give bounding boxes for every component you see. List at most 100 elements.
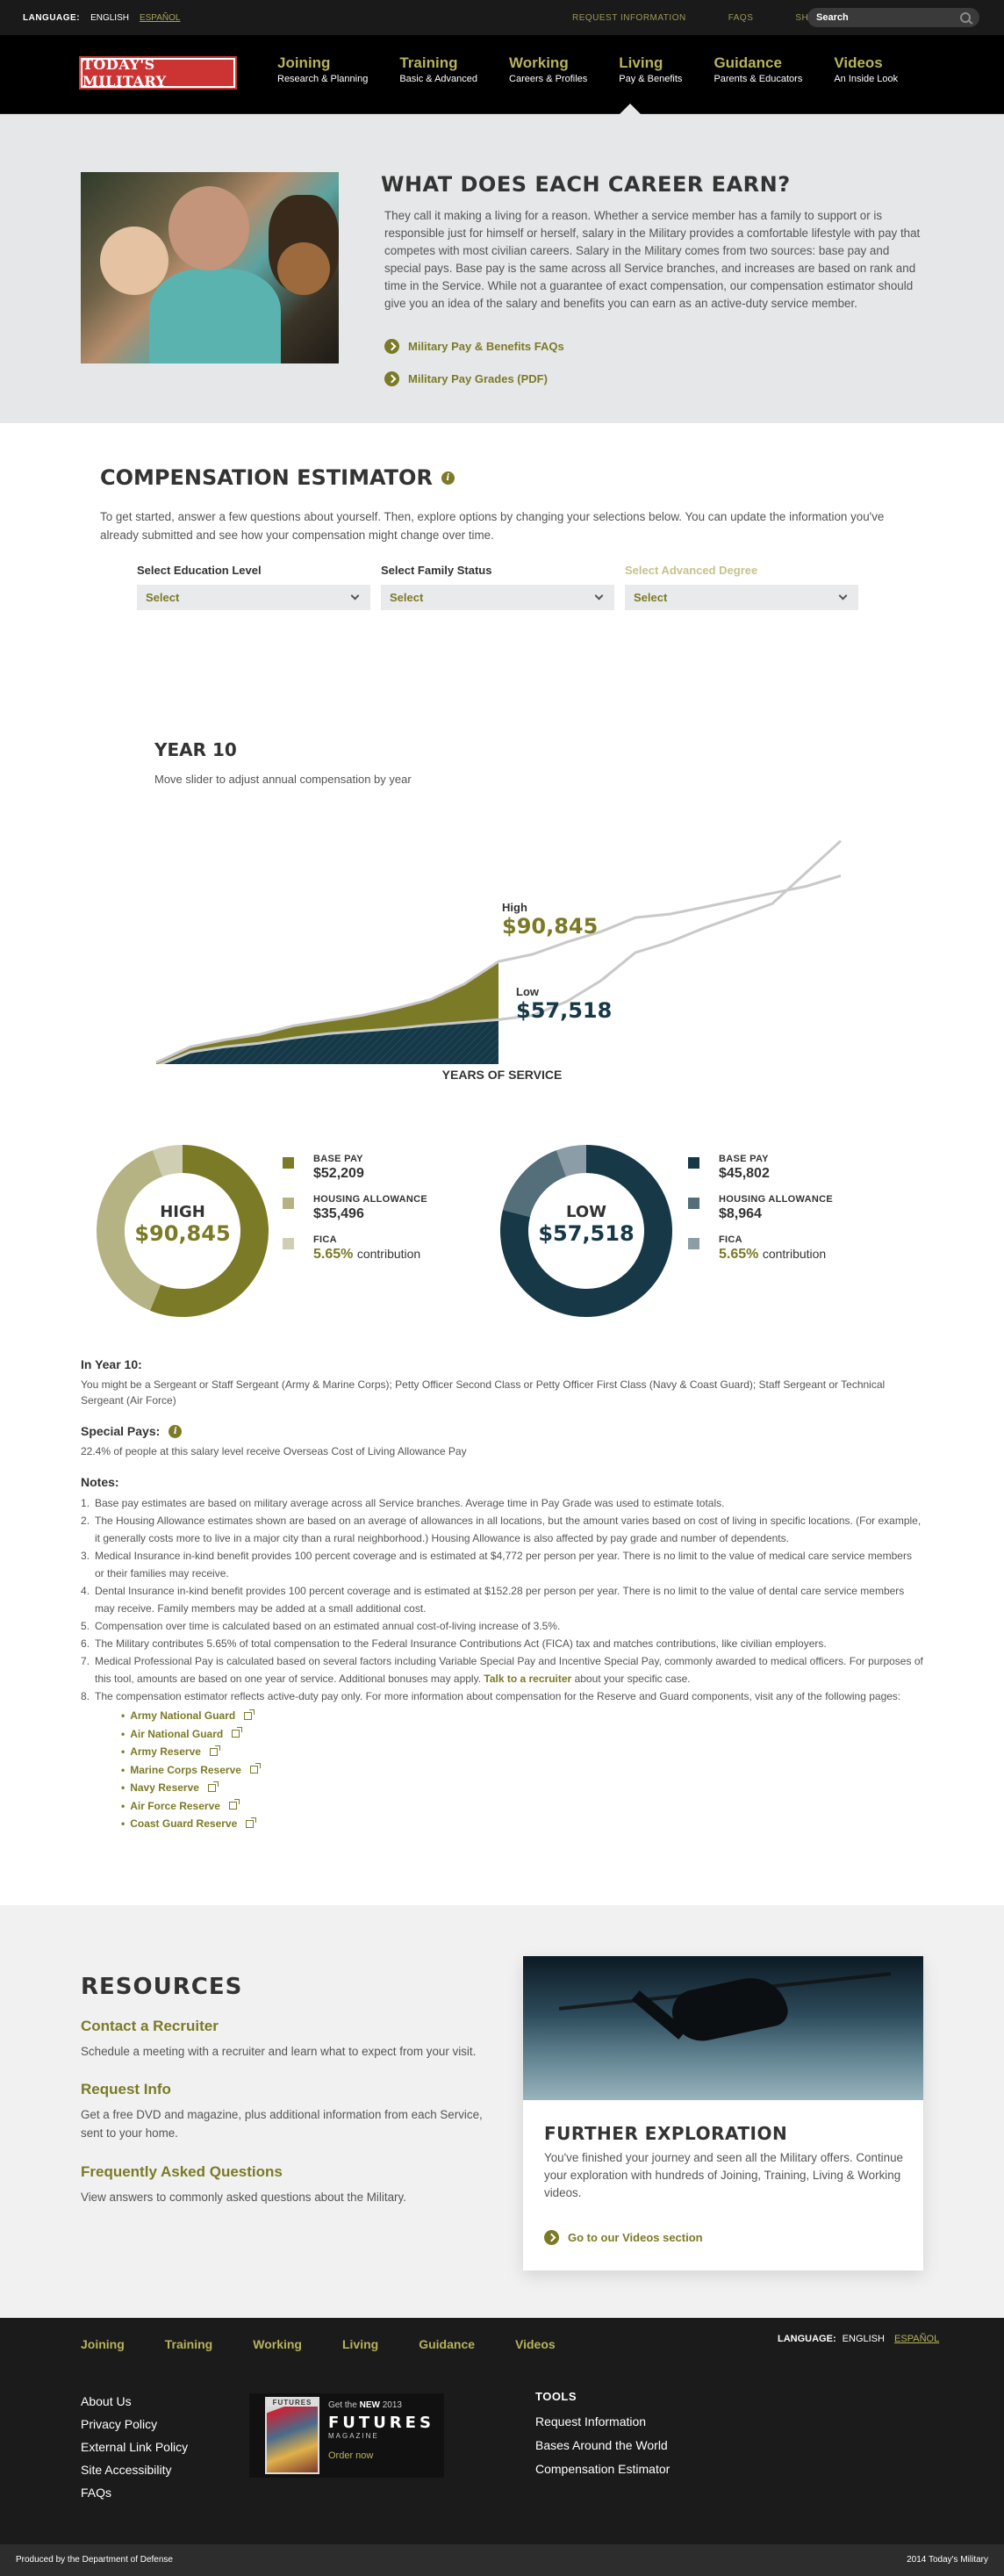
reserve-link[interactable]: Army Reserve: [121, 1743, 923, 1761]
year-rank-text: You might be a Sergeant or Staff Sergean…: [81, 1378, 886, 1407]
reserve-link[interactable]: Coast Guard Reserve: [121, 1815, 923, 1833]
nav-training[interactable]: Training Basic & Advanced: [399, 54, 477, 84]
estimator-title: COMPENSATION ESTIMATOR i: [100, 465, 455, 490]
info-icon[interactable]: i: [441, 471, 455, 485]
note-item: Compensation over time is calculated bas…: [81, 1617, 561, 1635]
privacy-policy-link[interactable]: Privacy Policy: [81, 2413, 188, 2436]
resource-desc: Get a free DVD and magazine, plus additi…: [81, 2107, 483, 2140]
language-english[interactable]: ENGLISH: [843, 2334, 885, 2344]
bottom-bar: Produced by the Department of Defense 20…: [0, 2544, 1004, 2576]
reserve-link[interactable]: Navy Reserve: [121, 1779, 923, 1797]
language-spanish-link[interactable]: ESPAÑOL: [140, 13, 181, 23]
request-information-link[interactable]: Request Information: [535, 2410, 670, 2434]
low-donut-center: LOW $57,518: [498, 1203, 674, 1246]
search-placeholder: Search: [816, 12, 849, 23]
footer-nav-training[interactable]: Training: [165, 2337, 212, 2351]
notes-list: Base pay estimates are based on military…: [81, 1494, 923, 1833]
legend-label: BASE PAY: [313, 1154, 363, 1164]
request-information-link[interactable]: REQUEST INFORMATION: [572, 13, 686, 23]
advanced-degree-select[interactable]: Select: [625, 585, 858, 610]
education-level-select[interactable]: Select: [137, 585, 370, 610]
external-link-policy-link[interactable]: External Link Policy: [81, 2436, 188, 2458]
family-status-select[interactable]: Select: [381, 585, 614, 610]
chevron-down-icon: [838, 591, 848, 601]
page-title: WHAT DOES EACH CAREER EARN?: [381, 172, 791, 197]
legend-value: $45,802: [719, 1166, 770, 1181]
nav-working[interactable]: Working Careers & Profiles: [509, 54, 587, 84]
nav-title: Working: [509, 54, 569, 71]
legend-value: $52,209: [313, 1166, 364, 1181]
reserve-link-label: Coast Guard Reserve: [130, 1817, 238, 1830]
footer-nav-videos[interactable]: Videos: [515, 2337, 556, 2351]
education-level-group: Select Education Level Select: [137, 564, 370, 610]
intro-section: WHAT DOES EACH CAREER EARN? They call it…: [0, 114, 1004, 423]
high-donut-center: HIGH $90,845: [95, 1203, 270, 1246]
pay-grades-pdf-link[interactable]: Military Pay Grades (PDF): [384, 371, 548, 386]
compensation-estimator-link[interactable]: Compensation Estimator: [535, 2457, 670, 2481]
nav-living[interactable]: Living Pay & Benefits: [619, 54, 682, 84]
copyright-text: 2014 Today's Military: [907, 2555, 988, 2565]
high-donut-value: $90,845: [134, 1221, 231, 1246]
reserve-link[interactable]: Army National Guard: [121, 1707, 923, 1725]
low-label: Low: [516, 985, 539, 998]
search-icon[interactable]: [960, 12, 971, 23]
tools-title: TOOLS: [535, 2389, 577, 2403]
faqs-link[interactable]: FAQs: [81, 2481, 188, 2504]
about-us-link[interactable]: About Us: [81, 2390, 188, 2413]
nav-title: Videos: [834, 54, 883, 71]
nav-videos[interactable]: Videos An Inside Look: [834, 54, 898, 84]
nav-joining[interactable]: Joining Research & Planning: [277, 54, 368, 84]
resources-title: RESOURCES: [81, 1973, 243, 2000]
search-input[interactable]: Search: [807, 8, 979, 27]
footer-nav-working[interactable]: Working: [253, 2337, 302, 2351]
nav-title: Training: [399, 54, 458, 71]
reserve-link[interactable]: Marine Corps Reserve: [121, 1761, 923, 1780]
footer-links: About Us Privacy Policy External Link Po…: [81, 2390, 188, 2504]
resource-title-link[interactable]: Request Info: [81, 2081, 493, 2098]
link-label: Go to our Videos section: [568, 2230, 703, 2244]
reserve-link-label: Army Reserve: [130, 1745, 201, 1758]
footer-nav-joining[interactable]: Joining: [81, 2337, 125, 2351]
futures-magazine-promo[interactable]: FUTURES Get the NEW 2013 FUTURES MAGAZIN…: [249, 2393, 444, 2478]
language-label: LANGUAGE:: [778, 2333, 836, 2344]
high-label: High: [502, 901, 527, 914]
magazine-cover: FUTURES: [265, 2396, 319, 2474]
language-spanish-link[interactable]: ESPAÑOL: [894, 2334, 939, 2344]
legend-swatch: [688, 1238, 699, 1249]
nav-subtitle: Research & Planning: [277, 74, 369, 84]
footer-nav-guidance[interactable]: Guidance: [419, 2337, 475, 2351]
external-link-icon: [232, 1727, 243, 1738]
faqs-link[interactable]: FAQS: [728, 13, 754, 23]
site-accessibility-link[interactable]: Site Accessibility: [81, 2458, 188, 2481]
resource-request-info: Request Info Get a free DVD and magazine…: [81, 2081, 493, 2142]
language-english[interactable]: ENGLISH: [90, 13, 129, 23]
bases-around-world-link[interactable]: Bases Around the World: [535, 2434, 670, 2457]
legend-housing: HOUSING ALLOWANCE $8,964: [688, 1194, 833, 1222]
top-utility-bar: LANGUAGE: ENGLISH ESPAÑOL REQUEST INFORM…: [0, 0, 1004, 35]
legend-label: FICA: [719, 1234, 742, 1245]
resource-title-link[interactable]: Frequently Asked Questions: [81, 2163, 502, 2181]
link-label: Military Pay & Benefits FAQs: [408, 340, 564, 353]
tagline-year: 2013: [382, 2400, 402, 2410]
nav-guidance[interactable]: Guidance Parents & Educators: [714, 54, 802, 84]
order-now-link[interactable]: Order now: [328, 2450, 434, 2461]
arrow-right-icon: [384, 339, 399, 354]
donut-slice-fica: [152, 1145, 183, 1177]
pay-benefits-faqs-link[interactable]: Military Pay & Benefits FAQs: [384, 339, 564, 354]
reserve-link[interactable]: Air National Guard: [121, 1725, 923, 1744]
note-text: about your specific case.: [574, 1673, 691, 1685]
info-icon[interactable]: i: [169, 1424, 183, 1438]
resource-title-link[interactable]: Contact a Recruiter: [81, 2018, 502, 2035]
talk-to-recruiter-link[interactable]: Talk to a recruiter: [484, 1673, 571, 1685]
arrow-right-icon: [384, 371, 399, 386]
special-pays-heading: Special Pays: i: [81, 1424, 923, 1438]
site-logo[interactable]: TODAY'S MILITARY: [79, 56, 237, 90]
nav-title: Living: [619, 54, 663, 71]
high-donut-label: HIGH: [160, 1203, 205, 1221]
videos-section-link[interactable]: Go to our Videos section: [544, 2229, 703, 2245]
note-item: Base pay estimates are based on military…: [81, 1494, 725, 1512]
legend-label: HOUSING ALLOWANCE: [313, 1194, 427, 1205]
estimate-details: In Year 10: You might be a Sergeant or S…: [0, 1336, 1004, 1833]
footer-nav-living[interactable]: Living: [342, 2337, 378, 2351]
reserve-link[interactable]: Air Force Reserve: [121, 1797, 923, 1816]
